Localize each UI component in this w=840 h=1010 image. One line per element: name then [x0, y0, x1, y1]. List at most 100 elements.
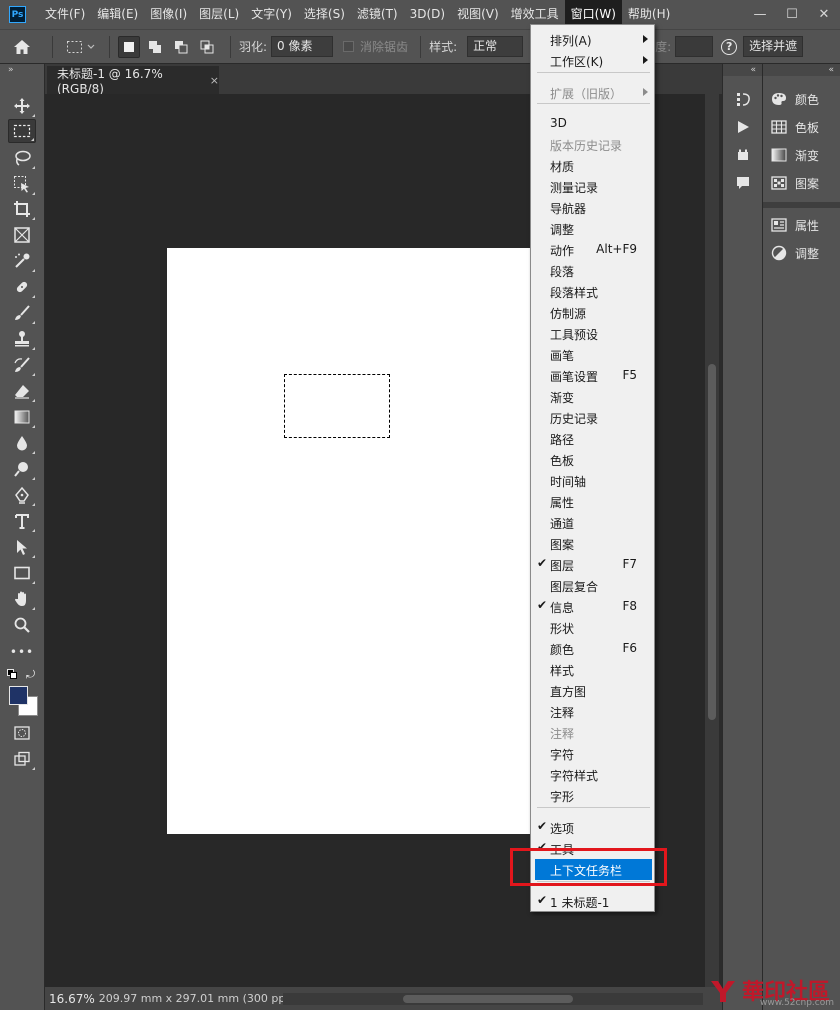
history-brush-tool[interactable] — [8, 353, 36, 377]
dock-collapse-button[interactable]: « — [723, 64, 762, 76]
menu-image[interactable]: 图像(I) — [144, 0, 193, 29]
window-menu-item[interactable]: ✔ 图层 F7 — [532, 554, 653, 575]
minimize-button[interactable]: — — [744, 0, 776, 29]
window-menu-item[interactable]: 图层复合 — [532, 575, 653, 596]
window-menu-item[interactable]: 段落样式 — [532, 281, 653, 302]
panel-color[interactable]: 颜色 — [769, 89, 837, 109]
history-panel-button[interactable] — [733, 89, 753, 109]
panel-adjustments[interactable]: 调整 — [769, 243, 837, 263]
window-menu-item[interactable]: ✔ 1 未标题-1 — [532, 891, 653, 912]
window-menu-item[interactable]: 通道 — [532, 512, 653, 533]
vertical-scrollbar[interactable] — [705, 94, 719, 987]
window-menu-item[interactable]: 色板 — [532, 449, 653, 470]
document-tab[interactable]: 未标题-1 @ 16.7%(RGB/8) × — [47, 66, 219, 96]
window-menu-item[interactable]: ✔ 信息 F8 — [532, 596, 653, 617]
frame-tool[interactable] — [8, 223, 36, 247]
edit-toolbar-button[interactable]: ••• — [8, 640, 36, 664]
window-menu-item[interactable]: 字符样式 — [532, 764, 653, 785]
marquee-selection[interactable] — [284, 374, 390, 438]
zoom-level[interactable]: 16.67% — [45, 992, 95, 1006]
window-menu-item[interactable]: 画笔 — [532, 344, 653, 365]
maximize-button[interactable]: ☐ — [776, 0, 808, 29]
select-and-mask-button[interactable]: 选择并遮 — [743, 36, 804, 57]
dodge-tool[interactable] — [8, 457, 36, 481]
new-selection-button[interactable] — [118, 35, 140, 58]
feather-input[interactable]: 0 像素 — [271, 36, 334, 57]
window-menu-item[interactable]: 形状 — [532, 617, 653, 638]
menu-edit[interactable]: 编辑(E) — [91, 0, 144, 29]
hand-tool[interactable] — [8, 587, 36, 611]
blur-tool[interactable] — [8, 431, 36, 455]
vertical-scroll-thumb[interactable] — [708, 364, 716, 720]
close-tab-icon[interactable]: × — [210, 74, 219, 87]
menu-file[interactable]: 文件(F) — [39, 0, 91, 29]
gradient-tool[interactable] — [8, 405, 36, 429]
window-menu-item[interactable]: 字形 — [532, 785, 653, 806]
eyedropper-tool[interactable] — [8, 249, 36, 273]
pen-tool[interactable] — [8, 483, 36, 507]
window-menu-item[interactable]: 工作区(K) — [532, 50, 653, 71]
window-menu-item[interactable]: 直方图 — [532, 680, 653, 701]
menu-select[interactable]: 选择(S) — [298, 0, 351, 29]
window-menu-item[interactable]: 调整 — [532, 218, 653, 239]
glyphs-panel-button[interactable] — [733, 145, 753, 165]
zoom-tool[interactable] — [8, 613, 36, 637]
window-menu-item[interactable]: 颜色 F6 — [532, 638, 653, 659]
window-menu-item[interactable]: 段落 — [532, 260, 653, 281]
window-menu-item[interactable]: 历史记录 — [532, 407, 653, 428]
window-menu-item[interactable]: ✔ 选项 — [532, 817, 653, 838]
panel-swatches[interactable]: 色板 — [769, 117, 837, 137]
window-menu-item[interactable]: 动作 Alt+F9 — [532, 239, 653, 260]
menu-type[interactable]: 文字(Y) — [245, 0, 298, 29]
horizontal-scroll-thumb[interactable] — [403, 995, 573, 1003]
quick-mask-button[interactable] — [8, 721, 36, 745]
window-menu-item[interactable]: 渐变 — [532, 386, 653, 407]
spot-healing-tool[interactable] — [8, 275, 36, 299]
panel-properties[interactable]: 属性 — [769, 215, 837, 235]
crop-tool[interactable] — [8, 197, 36, 221]
document-canvas[interactable] — [167, 248, 531, 834]
swap-colors-icon[interactable]: ⤾ — [26, 668, 35, 682]
close-window-button[interactable]: ✕ — [808, 0, 840, 29]
object-selection-tool[interactable] — [8, 172, 36, 196]
add-selection-button[interactable] — [144, 36, 166, 58]
comments-panel-button[interactable] — [733, 173, 753, 193]
window-menu-item[interactable]: 注释 — [532, 701, 653, 722]
window-menu-item[interactable]: 画笔设置 F5 — [532, 365, 653, 386]
intersect-selection-button[interactable] — [196, 36, 218, 58]
window-menu-item[interactable]: 测量记录 — [532, 176, 653, 197]
brush-tool[interactable] — [8, 301, 36, 325]
lasso-tool[interactable] — [8, 146, 36, 170]
screen-mode-button[interactable] — [8, 747, 36, 771]
rect-marquee-tool[interactable] — [8, 119, 36, 143]
tool-preset-picker[interactable] — [61, 35, 101, 59]
toolbar-collapse-button[interactable]: » — [0, 64, 44, 76]
window-menu-item[interactable]: 工具预设 — [532, 323, 653, 344]
help-icon[interactable]: ? — [721, 38, 738, 55]
window-menu-item[interactable]: 时间轴 — [532, 470, 653, 491]
window-menu-item[interactable]: 排列(A) — [532, 29, 653, 50]
height-input[interactable] — [675, 36, 714, 57]
panel-patterns[interactable]: 图案 — [769, 173, 837, 193]
actions-panel-button[interactable] — [733, 117, 753, 137]
style-select[interactable]: 正常 — [467, 36, 524, 57]
subtract-selection-button[interactable] — [170, 36, 192, 58]
path-selection-tool[interactable] — [8, 535, 36, 559]
window-menu-item[interactable]: 导航器 — [532, 197, 653, 218]
panel-gradients[interactable]: 渐变 — [769, 145, 837, 165]
menu-filter[interactable]: 滤镜(T) — [351, 0, 404, 29]
home-button[interactable] — [0, 35, 44, 59]
menu-3d[interactable]: 3D(D) — [404, 0, 451, 29]
panel-collapse-button[interactable]: « — [763, 64, 840, 76]
window-menu-item[interactable]: 属性 — [532, 491, 653, 512]
menu-layer[interactable]: 图层(L) — [193, 0, 245, 29]
clone-stamp-tool[interactable] — [8, 327, 36, 351]
window-menu-item[interactable]: 样式 — [532, 659, 653, 680]
window-menu-item[interactable]: 图案 — [532, 533, 653, 554]
default-colors-icon[interactable] — [7, 669, 17, 679]
rectangle-tool[interactable] — [8, 561, 36, 585]
window-menu-item[interactable]: 材质 — [532, 155, 653, 176]
window-menu-item[interactable]: 路径 — [532, 428, 653, 449]
foreground-color-swatch[interactable] — [9, 686, 28, 705]
window-menu-item[interactable]: 3D — [532, 113, 653, 134]
